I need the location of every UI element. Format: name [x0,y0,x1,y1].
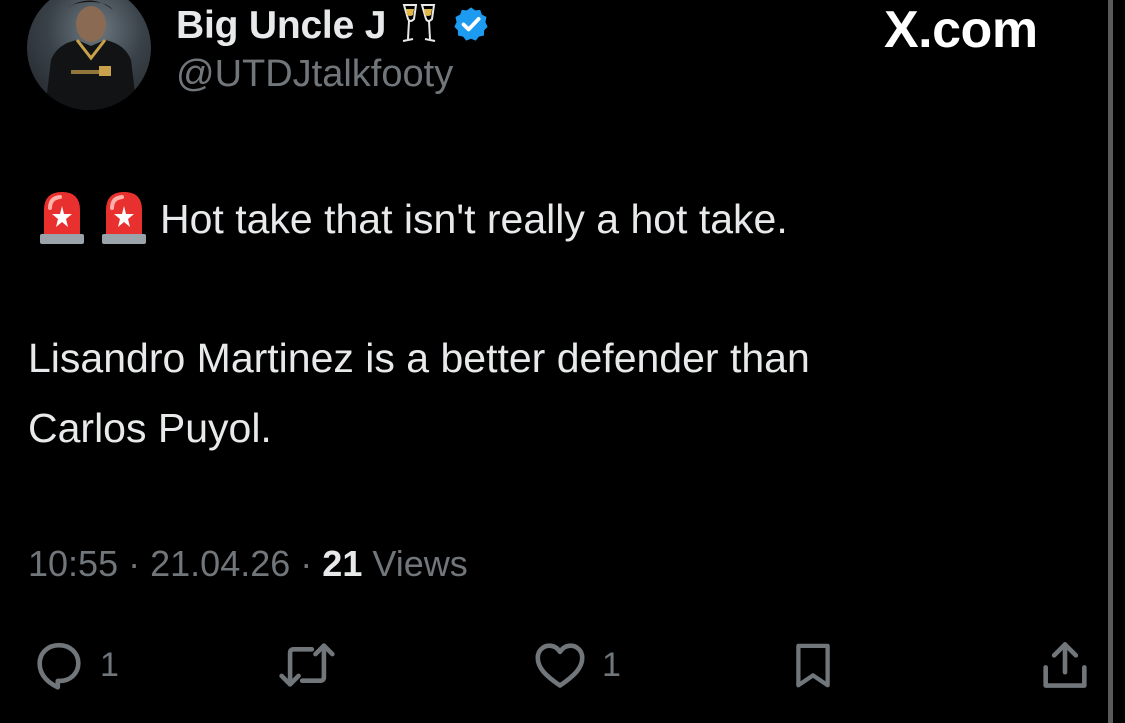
display-name[interactable]: Big Uncle J [176,4,386,48]
scrollbar-edge [1108,0,1113,723]
meta-separator: · [128,543,141,584]
share-button[interactable] [1036,630,1094,700]
reply-button[interactable]: 1 [30,630,119,700]
tweet-text-line-2: Lisandro Martinez is a better defender t… [28,335,810,381]
avatar[interactable] [27,0,151,110]
like-button[interactable]: 1 [530,630,621,700]
views-label: Views [372,543,468,584]
tweet-text-line-1: Hot take that isn't really a hot take. [160,196,788,242]
like-count: 1 [602,645,621,684]
police-light-icon [36,188,88,251]
tweet-time[interactable]: 10:55 [28,543,118,584]
reply-icon [30,636,88,694]
reply-count: 1 [100,645,119,684]
champagne-icon [396,1,442,52]
tweet-text-line-3: Carlos Puyol. [28,405,272,451]
heart-icon [530,636,590,694]
bookmark-icon [786,635,840,695]
display-name-row: Big Uncle J [176,2,490,50]
tweet-meta: 10:55 · 21.04.26 · 21 Views [28,543,468,585]
meta-separator: · [300,543,313,584]
brand-watermark: X.com [884,1,1038,59]
verified-badge-icon [452,5,490,48]
user-handle[interactable]: @UTDJtalkfooty [176,53,453,96]
tweet-body: Lisandro Martinez is a better defender t… [28,323,1028,463]
tweet-first-line: Hot take that isn't really a hot take. [36,184,788,254]
views-count: 21 [322,543,363,584]
repost-button[interactable] [275,630,339,700]
tweet-date[interactable]: 21.04.26 [150,543,290,584]
action-bar: 1 1 [0,630,1125,700]
bookmark-button[interactable] [786,630,840,700]
avatar-image [45,0,137,110]
repost-icon [275,636,339,694]
police-light-icon [98,188,150,251]
share-icon [1036,635,1094,695]
